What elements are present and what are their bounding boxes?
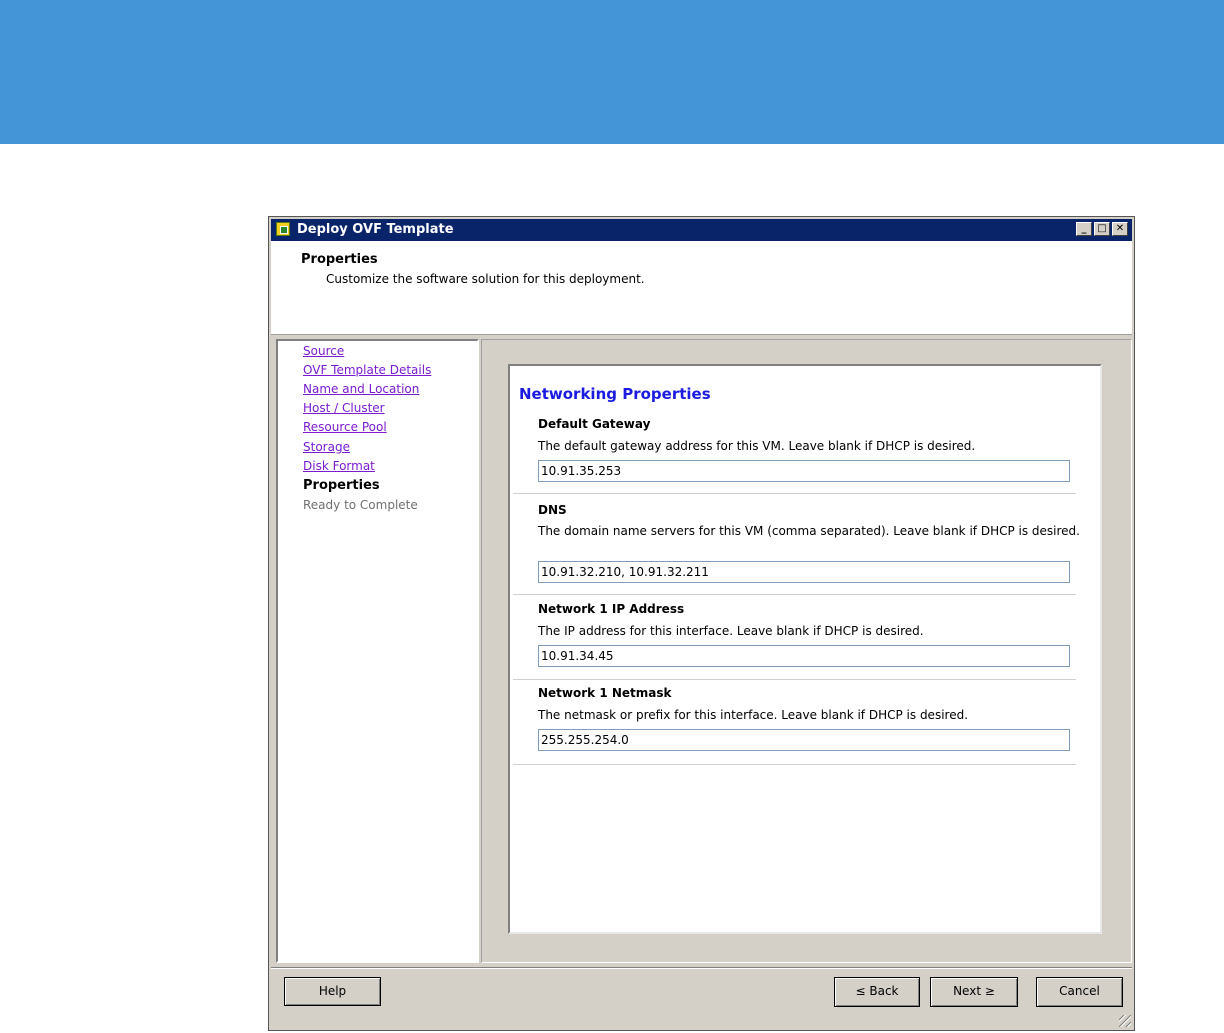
nav-step-name-and-location[interactable]: Name and Location	[303, 382, 419, 396]
network1-ip-input[interactable]	[538, 645, 1070, 667]
nav-step-host-cluster[interactable]: Host / Cluster	[303, 401, 385, 415]
property-label: Network 1 Netmask	[538, 686, 672, 700]
property-label: DNS	[538, 503, 567, 517]
nav-step-source[interactable]: Source	[303, 344, 344, 358]
wizard-header: Properties Customize the software soluti…	[271, 241, 1132, 335]
content-area: Networking Properties Default Gateway Th…	[481, 339, 1132, 963]
network1-netmask-input[interactable]	[538, 729, 1070, 751]
nav-step-ready-to-complete: Ready to Complete	[303, 498, 418, 512]
property-description: The default gateway address for this VM.…	[538, 439, 976, 453]
app-icon	[276, 222, 290, 236]
close-button[interactable]: ✕	[1112, 222, 1128, 236]
page-subtitle: Customize the software solution for this…	[326, 272, 645, 286]
cancel-button[interactable]: Cancel	[1036, 977, 1123, 1007]
section-title: Networking Properties	[519, 385, 711, 403]
nav-step-resource-pool[interactable]: Resource Pool	[303, 420, 387, 434]
deploy-ovf-window: Deploy OVF Template _ □ ✕ Properties Cus…	[268, 216, 1135, 1031]
page-title: Properties	[301, 252, 378, 267]
nav-step-disk-format[interactable]: Disk Format	[303, 459, 375, 473]
help-button[interactable]: Help	[284, 977, 381, 1006]
window-title: Deploy OVF Template	[297, 222, 454, 237]
title-bar[interactable]: Deploy OVF Template _ □ ✕	[271, 219, 1132, 241]
property-description: The domain name servers for this VM (com…	[538, 524, 1080, 538]
nav-step-storage[interactable]: Storage	[303, 440, 350, 454]
maximize-button[interactable]: □	[1094, 222, 1110, 236]
next-button[interactable]: Next ≥	[930, 977, 1018, 1007]
property-network1-netmask: Network 1 Netmask The netmask or prefix …	[513, 680, 1076, 765]
property-description: The IP address for this interface. Leave…	[538, 624, 924, 638]
property-label: Default Gateway	[538, 417, 651, 431]
nav-step-properties: Properties	[303, 478, 380, 493]
property-dns: DNS The domain name servers for this VM …	[513, 494, 1080, 595]
back-button[interactable]: ≤ Back	[834, 977, 920, 1007]
resize-grip-icon[interactable]	[1119, 1015, 1131, 1027]
property-label: Network 1 IP Address	[538, 602, 685, 616]
dns-input[interactable]	[538, 561, 1070, 583]
minimize-button[interactable]: _	[1076, 222, 1092, 236]
nav-step-ovf-template-details[interactable]: OVF Template Details	[303, 363, 431, 377]
properties-panel: Networking Properties Default Gateway Th…	[508, 364, 1102, 934]
wizard-steps-nav: Source OVF Template Details Name and Loc…	[276, 339, 479, 963]
property-default-gateway: Default Gateway The default gateway addr…	[513, 414, 1076, 494]
button-bar-separator	[271, 967, 1132, 969]
property-network1-ip: Network 1 IP Address The IP address for …	[513, 595, 1076, 680]
top-banner	[0, 0, 1224, 144]
property-description: The netmask or prefix for this interface…	[538, 708, 969, 722]
default-gateway-input[interactable]	[538, 460, 1070, 482]
